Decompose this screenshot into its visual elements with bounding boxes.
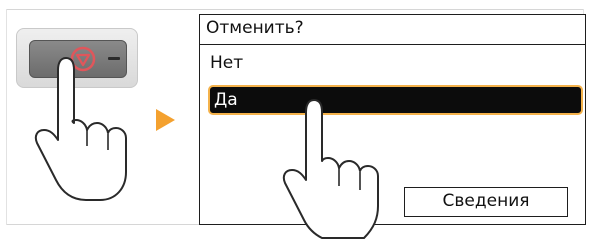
option-yes[interactable]: Да [208, 85, 583, 115]
details-button[interactable]: Сведения [404, 187, 568, 217]
display-screen: Отменить? Нет Да Сведения [199, 14, 586, 225]
dialog-title: Отменить? [200, 15, 585, 45]
frame-border-top [6, 9, 584, 10]
pointing-hand-icon [34, 57, 127, 201]
option-no[interactable]: Нет [210, 53, 243, 73]
pointing-hand-icon [282, 99, 379, 239]
frame-border-left [6, 9, 7, 225]
arrow-right-icon [156, 109, 175, 131]
